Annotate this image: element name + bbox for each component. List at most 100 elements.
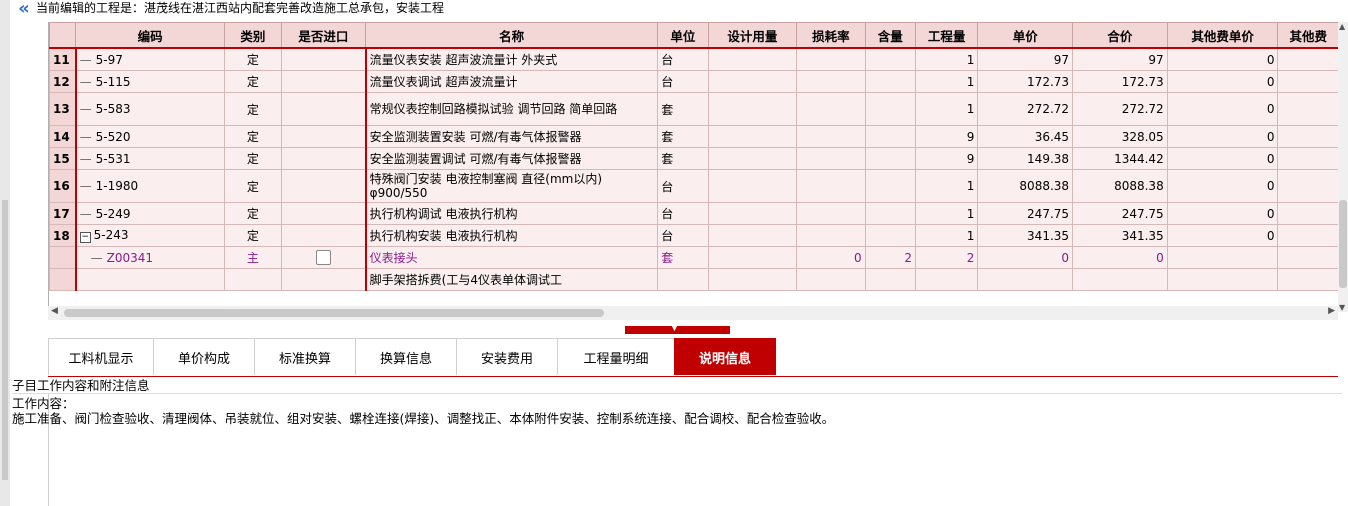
code-cell[interactable]: —5-115 — [75, 70, 226, 93]
panel-splitter[interactable]: ▼ — [625, 323, 730, 334]
other-cell[interactable] — [1277, 47, 1339, 71]
content-cell[interactable] — [864, 125, 916, 148]
other-cell[interactable] — [1277, 147, 1339, 170]
imported-cell[interactable] — [280, 202, 367, 225]
other-cell[interactable] — [1277, 202, 1339, 225]
imported-cell[interactable] — [280, 125, 367, 148]
col-header-type[interactable]: 类别 — [224, 22, 282, 49]
unit-cell[interactable]: 套 — [657, 246, 709, 269]
type-cell[interactable]: 定 — [224, 125, 282, 148]
imported-checkbox[interactable] — [315, 250, 331, 265]
type-cell[interactable]: 定 — [224, 147, 282, 170]
content-cell[interactable] — [864, 224, 916, 247]
other-cell[interactable] — [1277, 70, 1339, 93]
unit-cell[interactable]: 台 — [657, 202, 709, 225]
row-number[interactable]: 13 — [49, 92, 77, 126]
table-row[interactable]: 18−5-243 定执行机构安装 电液执行机构台 1 341.35 341.35 0 — [49, 224, 1339, 247]
content-cell[interactable]: 2 — [864, 246, 916, 269]
total-cell[interactable]: 272.72 — [1072, 92, 1168, 126]
type-cell[interactable]: 定 — [224, 92, 282, 126]
quantity-cell[interactable]: 1 — [914, 92, 979, 126]
table-row[interactable]: 13—5-583 定常规仪表控制回路模拟试验 调节回路 简单回路套 1 272.72 2… — [49, 92, 1339, 126]
code-cell[interactable]: —5-531 — [75, 147, 226, 170]
name-cell[interactable]: 流量仪表安装 超声波流量计 外夹式 — [364, 47, 659, 71]
other-unit-price-cell[interactable]: 0 — [1166, 202, 1279, 225]
material-sub-row[interactable]: — Z00341 主仪表接头套 0 2 2 0 0 — [49, 246, 1339, 269]
name-cell[interactable]: 脚手架搭拆费(工与4仪表单体调试工 — [364, 268, 659, 291]
vertical-scroll-thumb[interactable] — [1339, 200, 1347, 288]
loss-rate-cell[interactable] — [796, 47, 866, 71]
grid-cell[interactable] — [977, 268, 1074, 291]
table-row[interactable]: 16—1-1980 定特殊阀门安装 电液控制塞阀 直径(mm以内) φ900/55… — [49, 169, 1339, 203]
row-number[interactable] — [49, 246, 77, 269]
quantity-cell[interactable]: 9 — [914, 125, 979, 148]
col-header-name[interactable]: 名称 — [365, 22, 659, 49]
col-header-other-unit-price[interactable]: 其他费单价 — [1166, 22, 1279, 49]
loss-rate-cell[interactable] — [796, 147, 866, 170]
design-qty-cell[interactable] — [707, 169, 798, 203]
design-qty-cell[interactable] — [707, 224, 798, 247]
code-cell[interactable]: —1-1980 — [75, 169, 226, 203]
other-unit-price-cell[interactable]: 0 — [1166, 147, 1279, 170]
tab-description[interactable]: 说明信息 — [674, 338, 776, 375]
other-unit-price-cell[interactable]: 0 — [1166, 92, 1279, 126]
unit-price-cell[interactable]: 36.45 — [977, 125, 1074, 148]
total-cell[interactable]: 172.73 — [1072, 70, 1168, 93]
other-cell[interactable] — [1277, 169, 1339, 203]
double-chevron-left-icon[interactable]: « — [12, 0, 36, 19]
name-cell[interactable]: 特殊阀门安装 电液控制塞阀 直径(mm以内) φ900/550 — [364, 169, 659, 203]
loss-rate-cell[interactable]: 0 — [796, 246, 866, 269]
loss-rate-cell[interactable] — [796, 125, 866, 148]
grid-cell[interactable] — [280, 268, 367, 291]
other-unit-price-cell[interactable] — [1166, 246, 1279, 269]
quantity-cell[interactable]: 1 — [914, 202, 979, 225]
name-cell[interactable]: 常规仪表控制回路模拟试验 调节回路 简单回路 — [364, 92, 659, 126]
col-header-imported[interactable]: 是否进口 — [280, 22, 367, 49]
unit-price-cell[interactable]: 97 — [977, 47, 1074, 71]
tab-quantity-detail[interactable]: 工程量明细 — [557, 338, 675, 375]
grid-cell[interactable] — [796, 268, 866, 291]
total-cell[interactable]: 328.05 — [1072, 125, 1168, 148]
left-scroll-strip[interactable] — [0, 0, 10, 506]
row-number[interactable]: 15 — [49, 147, 77, 170]
code-cell[interactable]: −5-243 — [75, 224, 226, 247]
grid-cell[interactable] — [1166, 268, 1279, 291]
grid-vertical-scrollbar[interactable]: ▲ ▼ — [1338, 22, 1348, 312]
imported-cell[interactable] — [280, 147, 367, 170]
col-header-other[interactable]: 其他费 — [1277, 22, 1339, 49]
type-cell[interactable]: 定 — [224, 47, 282, 71]
quota-grid[interactable]: 编码 类别 是否进口 名称 单位 设计用量 损耗率 含量 工程量 单价 合价 其… — [48, 22, 1339, 312]
col-header-unit[interactable]: 单位 — [657, 22, 709, 49]
quantity-cell[interactable]: 1 — [914, 47, 979, 71]
imported-cell[interactable] — [280, 169, 367, 203]
grid-cell[interactable] — [864, 268, 916, 291]
type-cell[interactable]: 主 — [224, 246, 282, 269]
code-cell[interactable]: — Z00341 — [75, 246, 226, 269]
name-cell[interactable]: 安全监测装置调试 可燃/有毒气体报警器 — [364, 147, 659, 170]
name-cell[interactable]: 执行机构调试 电液执行机构 — [364, 202, 659, 225]
quantity-cell[interactable]: 9 — [914, 147, 979, 170]
unit-cell[interactable]: 套 — [657, 92, 709, 126]
row-number[interactable]: 11 — [49, 47, 77, 71]
grid-cell[interactable] — [707, 268, 798, 291]
other-unit-price-cell[interactable]: 0 — [1166, 169, 1279, 203]
total-cell[interactable]: 1344.42 — [1072, 147, 1168, 170]
code-cell[interactable]: —5-97 — [75, 47, 226, 71]
total-cell[interactable]: 341.35 — [1072, 224, 1168, 247]
imported-cell[interactable] — [280, 70, 367, 93]
row-number[interactable]: 18 — [49, 224, 77, 247]
total-cell[interactable]: 247.75 — [1072, 202, 1168, 225]
grid-cell[interactable] — [1072, 268, 1168, 291]
name-cell[interactable]: 安全监测装置安装 可燃/有毒气体报警器 — [364, 125, 659, 148]
code-cell[interactable]: —5-249 — [75, 202, 226, 225]
other-unit-price-cell[interactable]: 0 — [1166, 224, 1279, 247]
imported-cell[interactable] — [280, 246, 367, 269]
chevron-down-icon[interactable]: ▼ — [671, 323, 678, 333]
type-cell[interactable]: 定 — [224, 202, 282, 225]
content-cell[interactable] — [864, 202, 916, 225]
other-cell[interactable] — [1277, 92, 1339, 126]
name-cell[interactable]: 流量仪表调试 超声波流量计 — [364, 70, 659, 93]
quantity-cell[interactable]: 1 — [914, 224, 979, 247]
row-number[interactable]: 17 — [49, 202, 77, 225]
grid-cell[interactable] — [1277, 268, 1339, 291]
